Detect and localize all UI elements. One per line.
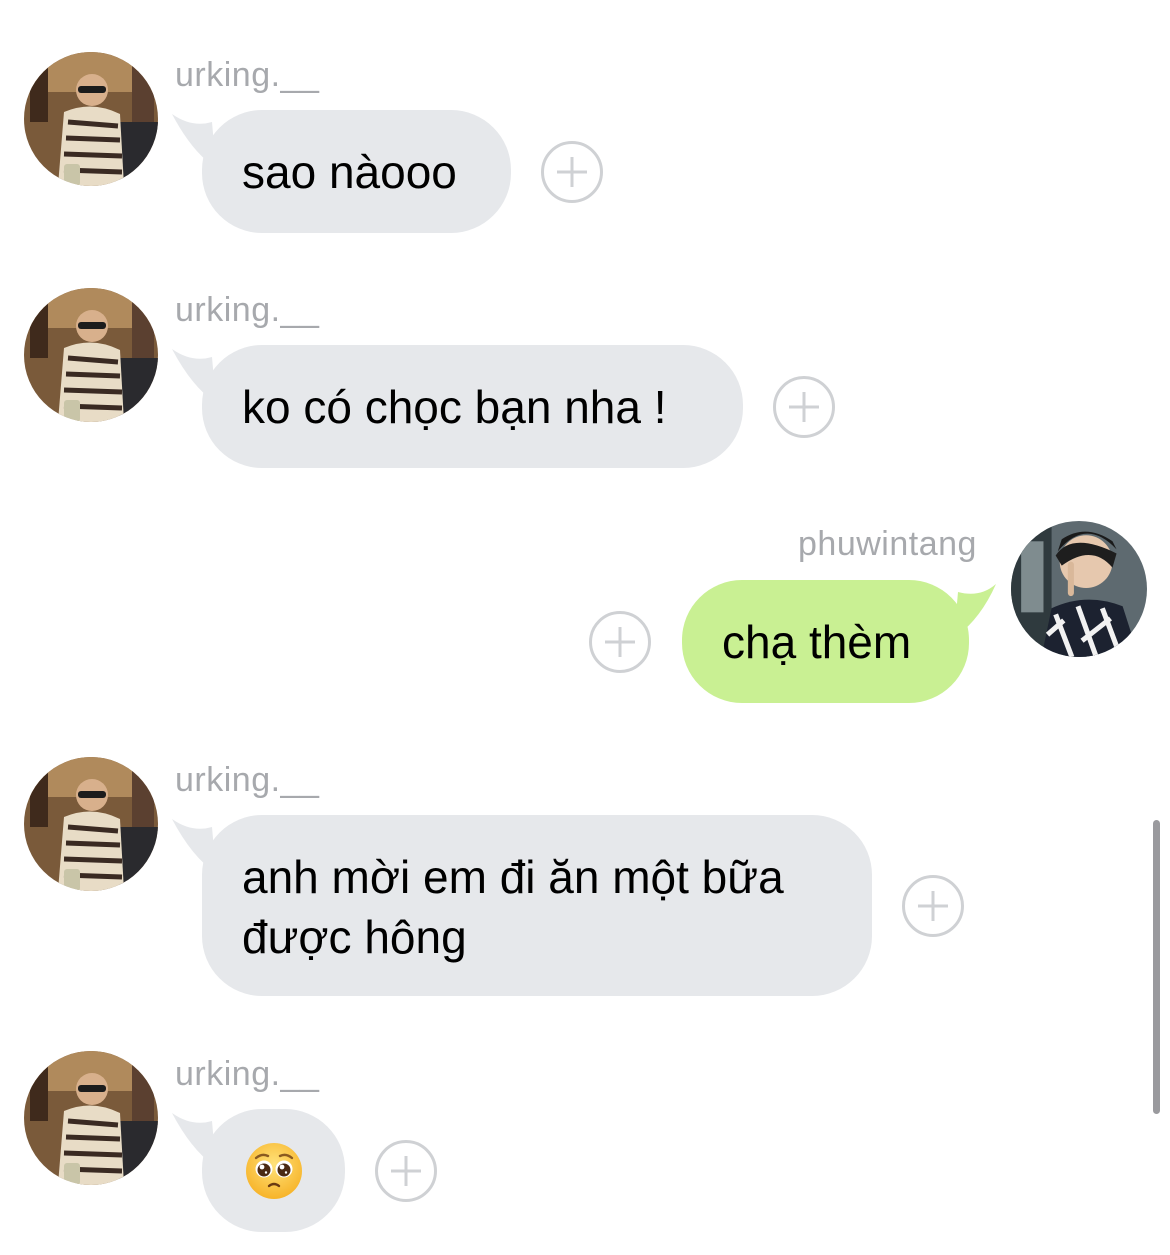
avatar-photo-icon [24,757,158,891]
message-bubble[interactable]: anh mời em đi ăn một bữa được hông [202,815,872,996]
avatar-photo-icon [24,52,158,186]
pleading-face-emoji-icon [246,1143,302,1199]
avatar[interactable] [24,757,158,891]
message-text: ko có chọc bạn nha ! [242,381,667,433]
add-reaction-button[interactable] [902,875,964,937]
message-bubble[interactable]: ko có chọc bạn nha ! [202,345,743,468]
avatar-photo-icon [1011,521,1147,657]
add-reaction-button[interactable] [773,376,835,438]
avatar[interactable] [24,52,158,186]
add-reaction-button[interactable] [375,1140,437,1202]
avatar[interactable] [1011,521,1147,657]
message-bubble[interactable] [202,1109,345,1232]
message-text: chạ thèm [722,616,912,668]
sender-name: urking.__ [175,761,320,799]
add-reaction-button[interactable] [541,141,603,203]
message-text: anh mời em đi ăn một bữa được hông [242,851,784,963]
avatar[interactable] [24,288,158,422]
add-reaction-button[interactable] [589,611,651,673]
avatar[interactable] [24,1051,158,1185]
chat-thread: urking.__ sao nàooo urking.__ ko có chọc… [0,0,1170,1255]
sender-name: urking.__ [175,1055,320,1093]
sender-name: phuwintang [798,525,977,563]
scrollbar[interactable] [1153,820,1160,1114]
message-bubble[interactable]: sao nàooo [202,110,511,233]
message-bubble[interactable]: chạ thèm [682,580,969,703]
avatar-photo-icon [24,1051,158,1185]
sender-name: urking.__ [175,291,320,329]
avatar-photo-icon [24,288,158,422]
sender-name: urking.__ [175,56,320,94]
message-text: sao nàooo [242,146,457,198]
